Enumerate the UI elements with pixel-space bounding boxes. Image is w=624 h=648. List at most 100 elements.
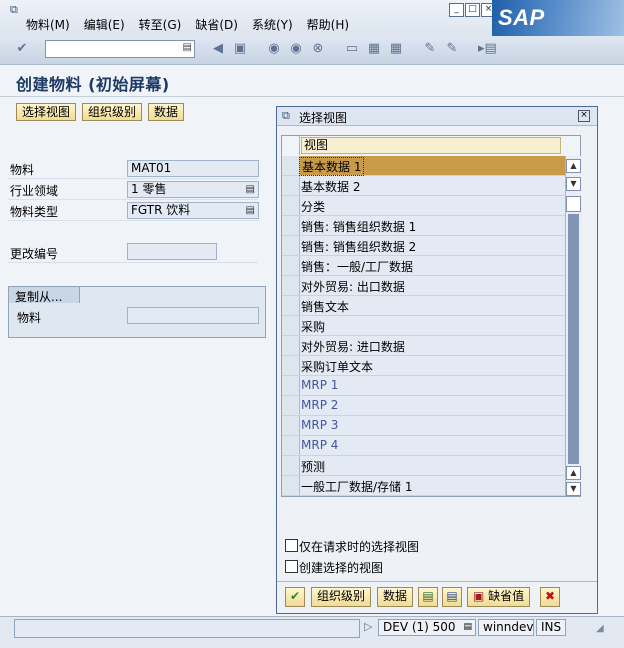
confirm-check-icon[interactable]: ✔ (285, 587, 305, 607)
scroll-bottom-icon[interactable]: ▼ (566, 482, 581, 496)
change-number-label: 更改编号 (10, 247, 59, 261)
dialog-org-levels-button[interactable]: 组织级别 (311, 587, 372, 607)
table-row[interactable]: 基本数据 1 (282, 156, 565, 176)
copy-material-field[interactable] (127, 307, 259, 324)
system-info-text: DEV (1) 500 (383, 620, 456, 634)
table-row[interactable]: 销售文本 (282, 296, 565, 316)
table-row[interactable]: 销售：一般/工厂数据 (282, 256, 565, 276)
table-row[interactable]: MRP 3 (282, 416, 565, 436)
close-icon[interactable]: × (578, 110, 590, 122)
menu-goto[interactable]: 转至(G) (139, 16, 182, 33)
row-selector[interactable] (282, 216, 300, 235)
menu-bar: ⧉ 物料(M) 编辑(E) 转至(G) 缺省(D) 系统(Y) 帮助(H) _ … (0, 0, 624, 37)
table-row[interactable]: 预测 (282, 456, 565, 476)
row-selector[interactable] (282, 156, 300, 175)
table-row[interactable]: 对外贸易: 出口数据 (282, 276, 565, 296)
exit-icon[interactable]: ◉ (288, 41, 304, 57)
table-row[interactable]: 基本数据 2 (282, 176, 565, 196)
dropdown-icon[interactable]: ▤ (463, 620, 472, 635)
row-selector[interactable] (282, 456, 300, 475)
row-selector[interactable] (282, 256, 300, 275)
dialog-title-bar: ⧉ 选择视图 × (277, 107, 597, 126)
row-selector[interactable] (282, 316, 300, 335)
back-arrow-icon[interactable]: ◀ (210, 41, 226, 57)
material-type-field[interactable]: FGTR 饮料 ▤ (127, 202, 259, 219)
maximize-icon[interactable]: □ (465, 3, 480, 17)
menu-defaults[interactable]: 缺省(D) (195, 16, 238, 33)
row-selector[interactable] (282, 376, 300, 395)
command-field[interactable]: ▤ (45, 40, 195, 58)
table-row[interactable]: MRP 1 (282, 376, 565, 396)
find-next-icon[interactable]: ▦ (388, 41, 404, 57)
resize-grip-icon[interactable]: ◢ (596, 623, 604, 634)
menu-help[interactable]: 帮助(H) (307, 16, 349, 33)
help-icon[interactable]: ▸▤ (478, 41, 497, 57)
table-row[interactable]: 一般工厂数据/存储 1 (282, 476, 565, 496)
cancel-icon[interactable]: ✖ (540, 587, 560, 607)
table-row[interactable]: 采购 (282, 316, 565, 336)
row-selector[interactable] (282, 196, 300, 215)
view-name: 销售：一般/工厂数据 (301, 260, 414, 274)
row-selector[interactable] (282, 336, 300, 355)
industry-field[interactable]: 1 零售 ▤ (127, 181, 259, 198)
minimize-icon[interactable]: _ (449, 3, 464, 17)
row-selector[interactable] (282, 396, 300, 415)
industry-label: 行业领域 (10, 184, 59, 198)
row-selector[interactable] (282, 416, 300, 435)
insert-mode[interactable]: INS (536, 619, 566, 636)
scroll-down-icon[interactable]: ▲ (566, 466, 581, 480)
row-selector[interactable] (282, 236, 300, 255)
scroll-thumb[interactable] (568, 214, 579, 464)
view-name: 销售: 销售组织数据 1 (301, 220, 417, 234)
table-row[interactable]: 销售: 销售组织数据 2 (282, 236, 565, 256)
table-row[interactable]: 销售: 销售组织数据 1 (282, 216, 565, 236)
row-selector[interactable] (282, 476, 300, 495)
scroll-top-icon[interactable]: ▲ (566, 159, 581, 173)
enter-icon[interactable]: ✔ (14, 41, 30, 57)
print-icon[interactable]: ▭ (344, 41, 360, 57)
table-row[interactable]: 对外贸易: 进口数据 (282, 336, 565, 356)
scroll-page-area[interactable] (566, 196, 581, 212)
create-views-checkbox[interactable] (285, 560, 298, 573)
table-row[interactable]: MRP 2 (282, 396, 565, 416)
find-icon[interactable]: ▦ (366, 41, 382, 57)
system-menu-icon[interactable]: ⧉ (10, 3, 26, 16)
material-field[interactable]: MAT01 (127, 160, 259, 177)
menu-system[interactable]: 系统(Y) (252, 16, 293, 33)
row-selector[interactable] (282, 276, 300, 295)
material-type-value: FGTR 饮料 (131, 203, 191, 217)
change-number-field[interactable] (127, 243, 217, 260)
row-selector[interactable] (282, 296, 300, 315)
save-icon[interactable]: ▣ (232, 41, 248, 57)
only-on-request-checkbox[interactable] (285, 539, 298, 552)
select-all-icon[interactable]: ▤ (418, 587, 438, 607)
select-view-button[interactable]: 选择视图 (16, 103, 77, 121)
dialog-data-button[interactable]: 数据 (377, 587, 414, 607)
menu-edit[interactable]: 编辑(E) (84, 16, 125, 33)
dropdown-icon[interactable]: ▤ (246, 182, 255, 197)
data-button[interactable]: 数据 (148, 103, 185, 121)
table-row[interactable]: 采购订单文本 (282, 356, 565, 376)
new-session-icon[interactable]: ✎ (422, 41, 438, 57)
save-defaults-icon: ▣ (473, 589, 485, 603)
system-info[interactable]: DEV (1) 500 ▤ (378, 619, 476, 636)
row-selector[interactable] (282, 176, 300, 195)
deselect-all-icon[interactable]: ▤ (442, 587, 462, 607)
dropdown-icon[interactable]: ▤ (183, 42, 192, 53)
column-header-view[interactable]: 视图 (301, 137, 561, 154)
table-row[interactable]: MRP 4 (282, 436, 565, 456)
dropdown-icon[interactable]: ▤ (246, 203, 255, 218)
table-row[interactable]: 分类 (282, 196, 565, 216)
status-toggle-icon[interactable]: ▷ (364, 620, 372, 633)
row-selector[interactable] (282, 356, 300, 375)
default-values-button[interactable]: ▣ 缺省值 (467, 587, 531, 607)
cancel-icon[interactable]: ⊗ (310, 41, 326, 57)
scroll-up-icon[interactable]: ▼ (566, 177, 581, 191)
shortcut-icon[interactable]: ✎ (444, 41, 460, 57)
menu-material[interactable]: 物料(M) (26, 16, 70, 33)
vertical-scrollbar[interactable]: ▲ ▼ ▲ ▼ (565, 156, 582, 496)
org-levels-button[interactable]: 组织级别 (82, 103, 143, 121)
row-selector[interactable] (282, 436, 300, 455)
select-all-cell[interactable] (282, 136, 300, 155)
back-icon[interactable]: ◉ (266, 41, 282, 57)
